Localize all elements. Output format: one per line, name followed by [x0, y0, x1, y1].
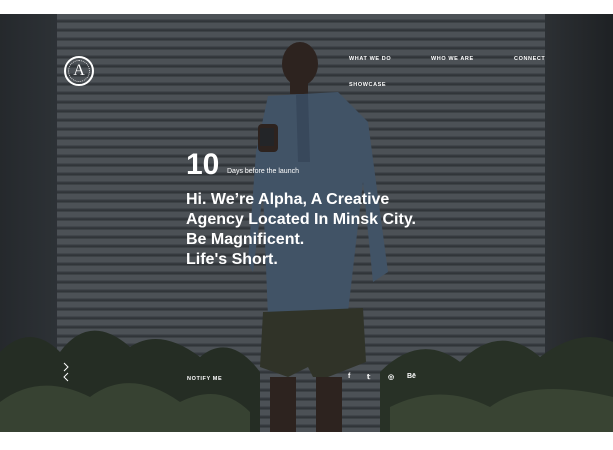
facebook-icon[interactable]: f: [348, 373, 350, 380]
page: A WHAT WE DO WHO WE ARE CONNECT SHOWCASE…: [0, 0, 613, 450]
countdown-number: 10: [186, 148, 220, 181]
twitter-icon[interactable]: 𝕥: [367, 373, 370, 381]
nav-who-we-are[interactable]: WHO WE ARE: [431, 56, 474, 62]
chevron-right-icon[interactable]: [62, 362, 70, 372]
hero-headline: Hi. We’re Alpha, A Creative Agency Locat…: [186, 190, 476, 270]
logo-letter: A: [73, 62, 85, 79]
brand-logo[interactable]: A: [64, 56, 94, 86]
chevron-left-icon[interactable]: [62, 372, 70, 382]
notify-me-link[interactable]: NOTIFY ME: [187, 376, 222, 382]
behance-icon[interactable]: Bē: [407, 373, 416, 380]
countdown-label: Days before the launch: [227, 168, 299, 175]
headline-line-1: Hi. We’re Alpha, A Creative: [186, 191, 390, 208]
headline-line-2: Agency Located In Minsk City.: [186, 211, 416, 228]
nav-what-we-do[interactable]: WHAT WE DO: [349, 56, 391, 62]
headline-line-3: Be Magnificent.: [186, 231, 305, 248]
nav-connect[interactable]: CONNECT: [514, 56, 545, 62]
nav-showcase[interactable]: SHOWCASE: [349, 82, 386, 88]
instagram-icon[interactable]: ◎: [388, 373, 394, 381]
social-links: f 𝕥 ◎ Bē: [344, 373, 424, 385]
headline-line-4: Life's Short.: [186, 251, 278, 268]
